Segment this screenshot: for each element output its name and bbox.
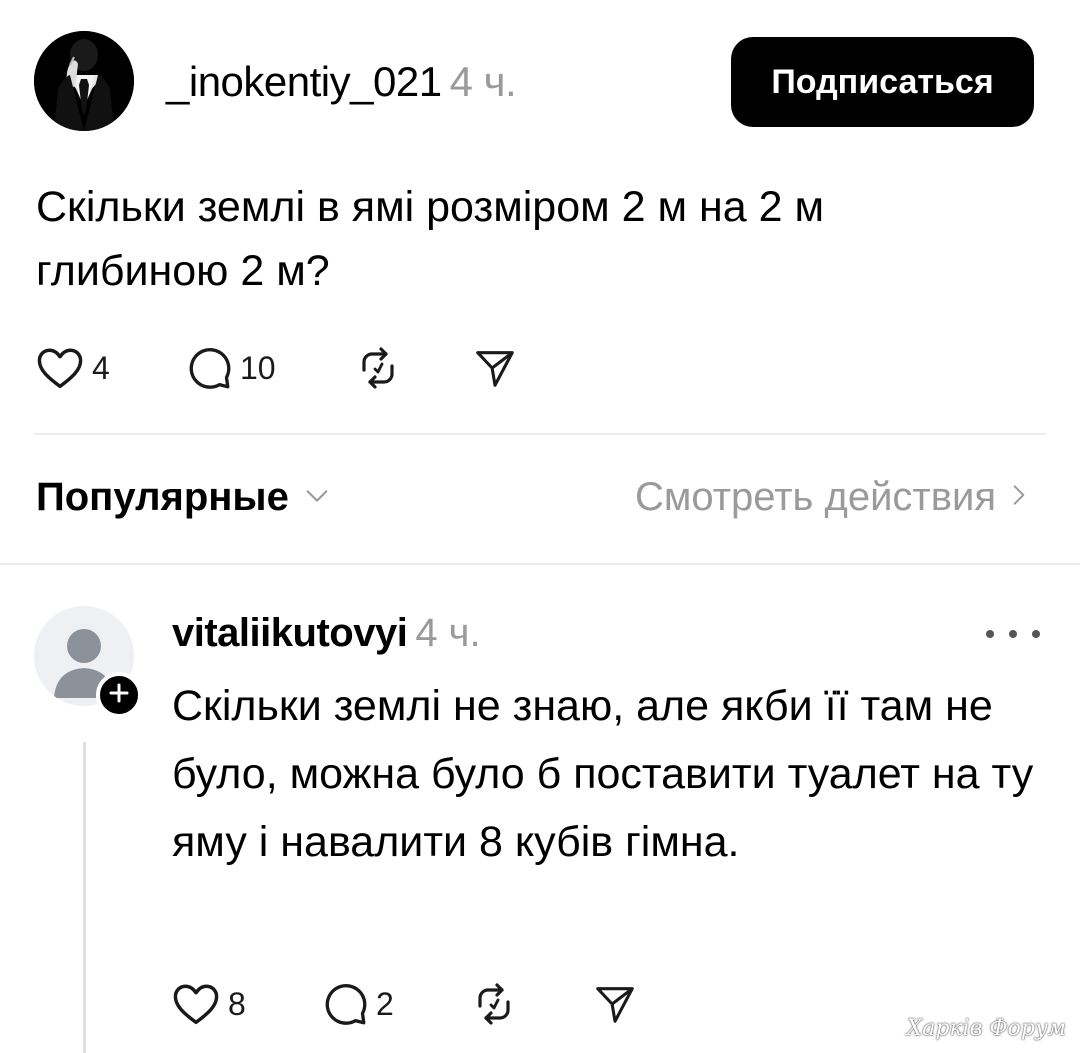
chevron-right-icon	[1006, 475, 1032, 520]
follow-badge[interactable]	[96, 672, 142, 718]
divider	[0, 563, 1080, 565]
send-icon	[472, 345, 518, 391]
reply-time: 4 ч.	[415, 611, 481, 655]
view-activity-link[interactable]: Смотреть действия	[635, 475, 1032, 520]
reply-like-button[interactable]: 8	[170, 978, 320, 1030]
send-icon	[592, 981, 638, 1027]
repost-icon	[354, 344, 402, 392]
anonymous-mask-image	[34, 31, 134, 131]
reply-repost-button[interactable]	[470, 980, 592, 1028]
comment-bubble-icon	[320, 979, 370, 1029]
author-avatar[interactable]	[34, 31, 134, 131]
heart-icon	[170, 978, 222, 1030]
reply-share-button[interactable]	[592, 981, 638, 1027]
reply-text: Скільки землі не знаю, але якби її там н…	[172, 682, 1034, 866]
comment-bubble-icon	[184, 343, 234, 393]
more-dots-icon[interactable]	[986, 614, 1040, 654]
divider	[34, 433, 1046, 435]
post-like-count: 4	[92, 349, 110, 386]
post-time: 4 ч.	[449, 58, 517, 105]
sort-label: Популярные	[36, 475, 289, 519]
reply-comment-count: 2	[376, 985, 394, 1022]
post-comment-button[interactable]: 10	[184, 343, 354, 393]
post-like-button[interactable]: 4	[34, 342, 184, 394]
repost-icon	[470, 980, 518, 1028]
post-author-line: _inokentiy_021 4 ч.	[166, 55, 517, 109]
heart-icon	[34, 342, 86, 394]
view-activity-label: Смотреть действия	[634, 475, 996, 519]
post-text: Скільки землі в ямі розміром 2 м на 2 м …	[36, 183, 825, 295]
reply-actions: 8 2	[170, 976, 638, 1032]
chevron-down-icon	[303, 475, 331, 520]
reply-like-count: 8	[228, 985, 246, 1022]
post-share-button[interactable]	[472, 345, 518, 391]
reply-author-name[interactable]: vitaliikutovyi	[172, 611, 408, 655]
post-author-name[interactable]: _inokentiy_021	[166, 58, 442, 105]
watermark: Харків Форум	[906, 1016, 1066, 1041]
post-actions: 4 10	[34, 340, 518, 396]
sort-dropdown[interactable]: Популярные	[36, 475, 331, 520]
thread-line	[83, 742, 86, 1053]
reply-comment-button[interactable]: 2	[320, 979, 470, 1029]
post-comment-count: 10	[240, 349, 276, 386]
reply-author-line: vitaliikutovyi 4 ч.	[172, 606, 481, 660]
post-repost-button[interactable]	[354, 344, 472, 392]
plus-icon	[108, 682, 130, 709]
follow-button[interactable]: Подписаться	[731, 37, 1034, 127]
